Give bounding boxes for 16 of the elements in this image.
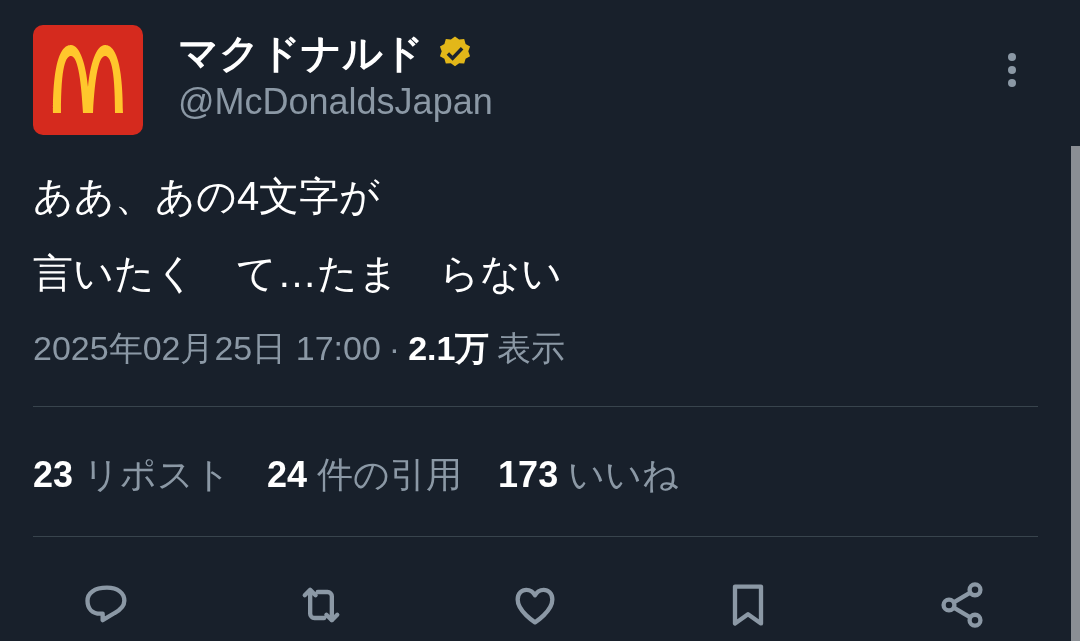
stat-label[interactable]: 件の引用 xyxy=(317,451,463,500)
author-handle[interactable]: @McDonaldsJapan xyxy=(178,77,971,127)
timestamp[interactable]: 2025年02月25日 17:00 xyxy=(33,326,381,372)
author-name[interactable]: マクドナルド xyxy=(178,29,424,77)
scrollbar[interactable] xyxy=(1071,146,1080,641)
separator-dot: · xyxy=(388,329,401,368)
views-label: 表示 xyxy=(497,328,566,369)
view-count: 2.1万 xyxy=(408,328,490,369)
stat-label[interactable]: いいね xyxy=(568,451,680,500)
stat-label[interactable]: リポスト xyxy=(83,451,232,500)
logo-icon[interactable] xyxy=(33,25,143,135)
tweet-text: ああ、あの4文字が xyxy=(33,173,382,220)
stat-count[interactable]: 24 xyxy=(267,454,308,496)
tweet-text: 言いたく て…たま らない xyxy=(33,250,563,297)
stat-count[interactable]: 173 xyxy=(498,454,559,496)
stat-count[interactable]: 23 xyxy=(33,454,74,496)
